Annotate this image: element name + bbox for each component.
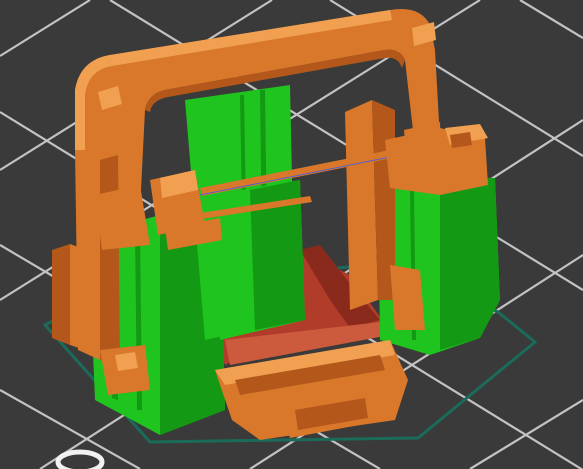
gcode-preview-viewport[interactable]	[0, 0, 583, 469]
print-preview-scene[interactable]	[0, 0, 583, 469]
front-feet	[100, 345, 150, 395]
